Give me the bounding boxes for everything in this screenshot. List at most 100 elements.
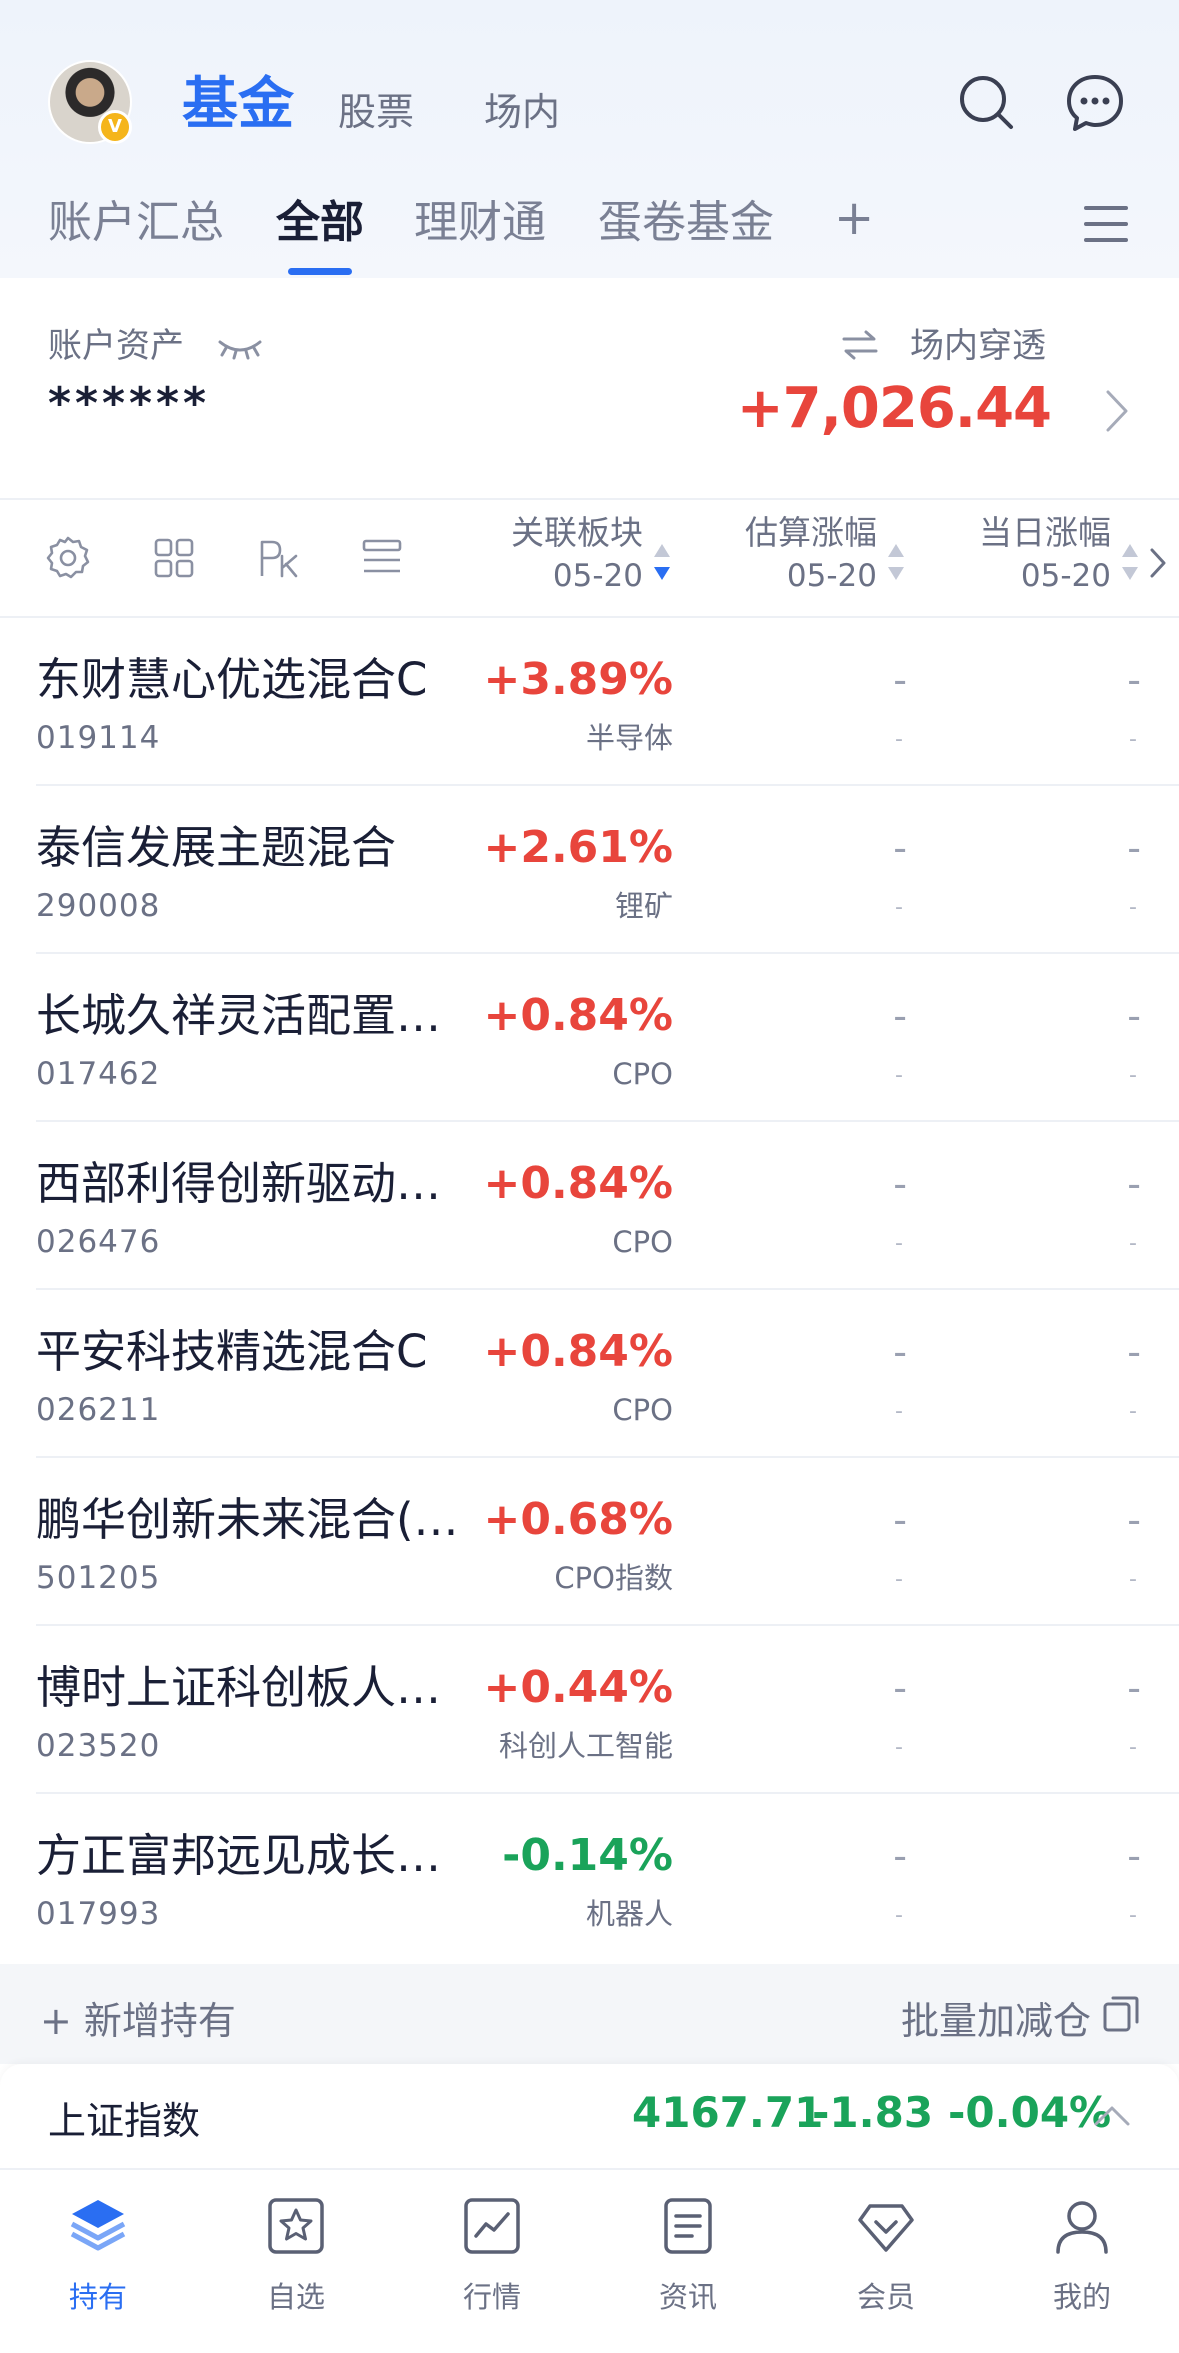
estimated-change: - bbox=[893, 658, 907, 702]
nav-news[interactable]: 资讯 bbox=[618, 2194, 758, 2324]
tab-account-summary[interactable]: 账户汇总 bbox=[48, 195, 224, 251]
table-row[interactable]: 平安科技精选混合C 026211 +0.84% CPO - - - - bbox=[0, 1290, 1179, 1458]
estimated-change-sub: - bbox=[895, 727, 903, 752]
sort-icon[interactable] bbox=[886, 540, 906, 584]
nav-membership-label: 会员 bbox=[856, 2280, 915, 2314]
index-name: 上证指数 bbox=[48, 2099, 201, 2143]
col-estimated-change-date: 05-20 bbox=[786, 558, 877, 594]
nav-holdings[interactable]: 持有 bbox=[28, 2194, 168, 2324]
nav-membership[interactable]: 会员 bbox=[816, 2194, 956, 2324]
tab-stock[interactable]: 股票 bbox=[338, 88, 414, 136]
daily-change: - bbox=[1127, 826, 1141, 870]
nav-profile[interactable]: 我的 bbox=[1012, 2194, 1152, 2324]
table-row[interactable]: 泰信发展主题混合 290008 +2.61% 锂矿 - - - - bbox=[0, 786, 1179, 954]
sector-change: +0.84% bbox=[483, 1326, 673, 1377]
scroll-right-icon[interactable] bbox=[1148, 546, 1168, 580]
estimated-change: - bbox=[893, 1498, 907, 1542]
fund-code: 017462 bbox=[36, 1056, 161, 1092]
eye-closed-icon[interactable] bbox=[216, 336, 264, 360]
market-index-bar[interactable]: 上证指数 4167.71 -1.83 -0.04% bbox=[0, 2064, 1179, 2168]
daily-change-sub: - bbox=[1129, 1567, 1137, 1592]
active-tab-indicator bbox=[288, 268, 352, 275]
table-row[interactable]: 西部利得创新驱动… 026476 +0.84% CPO - - - - bbox=[0, 1122, 1179, 1290]
nav-market-label: 行情 bbox=[462, 2280, 521, 2314]
holding-actions-bar: + 新增持有 批量加减仓 bbox=[0, 1964, 1179, 2064]
add-account-button[interactable]: + bbox=[834, 190, 874, 246]
chevron-up-icon[interactable] bbox=[1092, 2104, 1132, 2128]
batch-adjust-button[interactable]: 批量加减仓 bbox=[901, 1990, 1091, 2045]
estimated-change-sub: - bbox=[895, 1903, 903, 1928]
fund-name: 鹏华创新未来混合(… bbox=[36, 1493, 459, 1546]
fund-code: 017993 bbox=[36, 1896, 161, 1932]
daily-change: - bbox=[1127, 1834, 1141, 1878]
chevron-right-icon[interactable] bbox=[1104, 388, 1130, 434]
daily-change-sub: - bbox=[1129, 1903, 1137, 1928]
sector-name: CPO指数 bbox=[554, 1561, 673, 1595]
news-icon bbox=[664, 2198, 712, 2254]
swap-icon bbox=[842, 330, 878, 360]
menu-icon[interactable] bbox=[1084, 204, 1128, 244]
list-view-icon[interactable] bbox=[358, 534, 406, 582]
copy-icon[interactable] bbox=[1101, 1994, 1141, 2034]
daily-change: - bbox=[1127, 658, 1141, 702]
daily-change: - bbox=[1127, 1498, 1141, 1542]
tab-licaitong[interactable]: 理财通 bbox=[414, 195, 546, 251]
add-holding-button[interactable]: + 新增持有 bbox=[40, 1990, 236, 2045]
sort-icon[interactable] bbox=[1120, 540, 1140, 584]
table-row[interactable]: 东财慧心优选混合C 019114 +3.89% 半导体 - - - - bbox=[0, 618, 1179, 786]
account-assets-card[interactable]: 账户资产 ****** 场内穿透 +7,026.44 bbox=[0, 278, 1179, 500]
index-change: -1.83 bbox=[812, 2088, 934, 2137]
sort-desc-icon[interactable] bbox=[652, 540, 672, 584]
fund-name: 西部利得创新驱动… bbox=[36, 1157, 442, 1210]
estimated-change: - bbox=[893, 1162, 907, 1206]
table-row[interactable]: 方正富邦远见成长… 017993 -0.14% 机器人 - - - - bbox=[0, 1794, 1179, 1962]
sector-change: +0.68% bbox=[483, 1494, 673, 1545]
estimated-change-sub: - bbox=[895, 1735, 903, 1760]
col-daily-change-date: 05-20 bbox=[1020, 558, 1111, 594]
profit-value: +7,026.44 bbox=[736, 376, 1052, 441]
table-row[interactable]: 鹏华创新未来混合(… 501205 +0.68% CPO指数 - - - - bbox=[0, 1458, 1179, 1626]
search-icon[interactable] bbox=[956, 72, 1018, 134]
nav-watchlist[interactable]: 自选 bbox=[226, 2194, 366, 2324]
estimated-change: - bbox=[893, 1330, 907, 1374]
message-icon[interactable] bbox=[1064, 72, 1126, 134]
estimated-change-sub: - bbox=[895, 895, 903, 920]
user-icon bbox=[1056, 2201, 1108, 2254]
col-daily-change[interactable]: 当日涨幅 05-20 bbox=[979, 512, 1111, 598]
col-estimated-change[interactable]: 估算涨幅 05-20 bbox=[745, 512, 877, 598]
estimated-change-sub: - bbox=[895, 1567, 903, 1592]
col-estimated-change-title: 估算涨幅 bbox=[745, 513, 877, 552]
sector-change: -0.14% bbox=[502, 1830, 673, 1881]
daily-change-sub: - bbox=[1129, 1399, 1137, 1424]
col-related-sector[interactable]: 关联板块 05-20 bbox=[511, 512, 643, 598]
sector-name: 科创人工智能 bbox=[498, 1729, 673, 1763]
fund-code: 501205 bbox=[36, 1560, 161, 1596]
tab-fund[interactable]: 基金 bbox=[182, 72, 294, 138]
tab-exchange[interactable]: 场内 bbox=[484, 88, 560, 136]
estimated-change: - bbox=[893, 1666, 907, 1710]
pk-icon[interactable] bbox=[254, 534, 302, 582]
assets-hidden-value: ****** bbox=[48, 378, 211, 429]
fund-code: 026476 bbox=[36, 1224, 161, 1260]
header: V 基金 股票 场内 账户汇总 全部 理财通 蛋卷基金 + bbox=[0, 0, 1179, 278]
daily-change-sub: - bbox=[1129, 895, 1137, 920]
sector-name: CPO bbox=[612, 1225, 673, 1259]
col-related-sector-title: 关联板块 bbox=[511, 513, 643, 552]
exchange-penetrate-label[interactable]: 场内穿透 bbox=[910, 318, 1046, 367]
daily-change: - bbox=[1127, 1162, 1141, 1206]
sector-change: +3.89% bbox=[483, 654, 673, 705]
table-row[interactable]: 长城久祥灵活配置… 017462 +0.84% CPO - - - - bbox=[0, 954, 1179, 1122]
settings-icon[interactable] bbox=[44, 534, 92, 582]
table-header: 关联板块 05-20 估算涨幅 05-20 当日涨幅 05-20 bbox=[0, 500, 1179, 618]
tab-all[interactable]: 全部 bbox=[276, 195, 364, 251]
fund-name: 泰信发展主题混合 bbox=[36, 821, 397, 874]
index-value: 4167.71 bbox=[632, 2088, 824, 2137]
table-row[interactable]: 博时上证科创板人… 023520 +0.44% 科创人工智能 - - - - bbox=[0, 1626, 1179, 1794]
diamond-icon bbox=[858, 2204, 914, 2252]
fund-name: 长城久祥灵活配置… bbox=[36, 989, 442, 1042]
grid-icon[interactable] bbox=[150, 534, 198, 582]
nav-market[interactable]: 行情 bbox=[422, 2194, 562, 2324]
daily-change-sub: - bbox=[1129, 1231, 1137, 1256]
fund-code: 026211 bbox=[36, 1392, 161, 1428]
tab-danjuan[interactable]: 蛋卷基金 bbox=[598, 195, 774, 251]
